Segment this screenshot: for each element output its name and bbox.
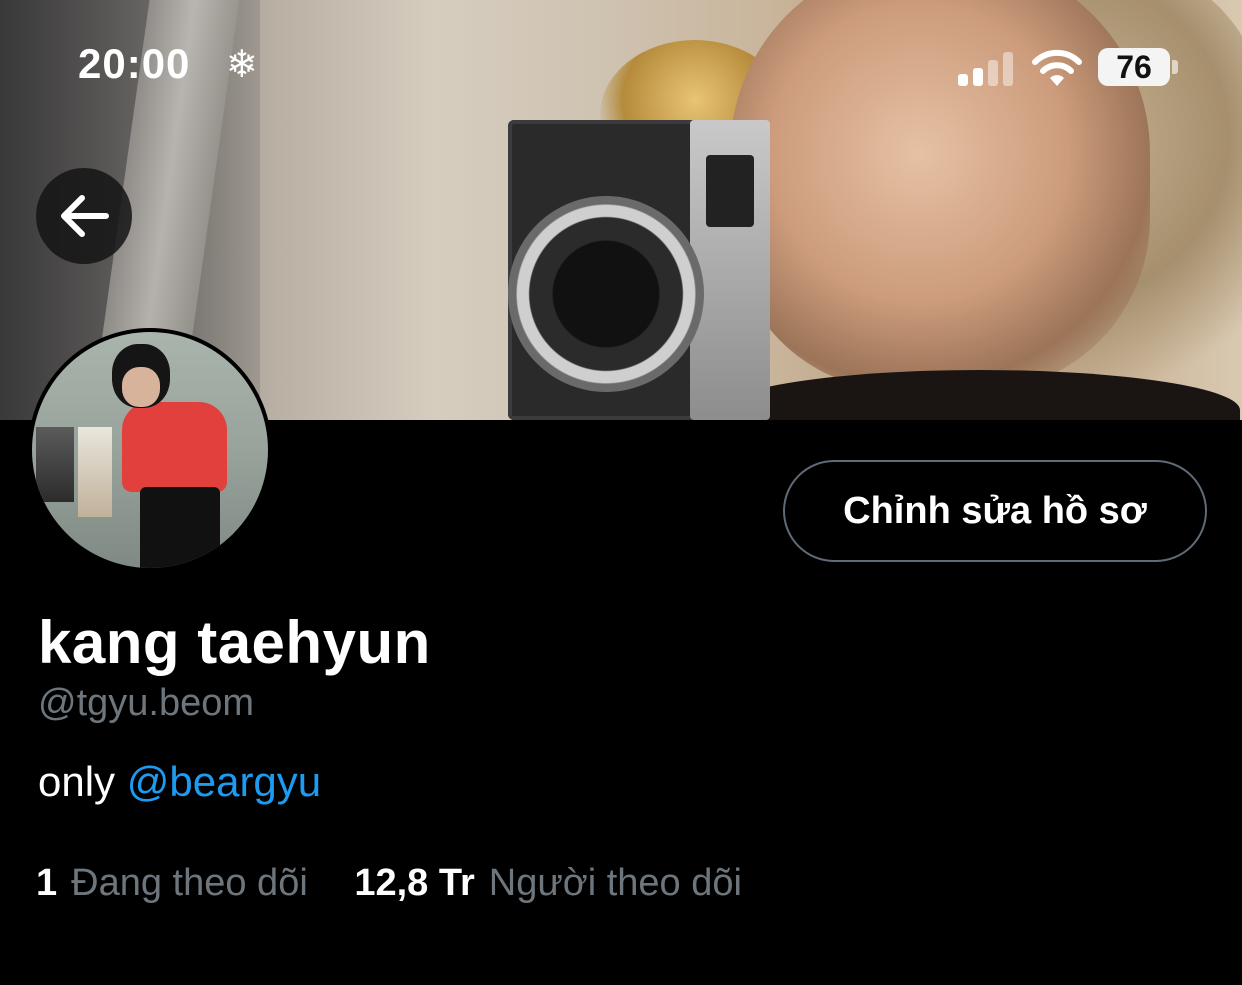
edit-profile-button[interactable]: Chỉnh sửa hồ sơ <box>783 460 1207 562</box>
battery-indicator: 76 <box>1098 48 1170 86</box>
display-name: kang taehyun <box>38 609 431 676</box>
snowflake-icon: ❄ <box>226 44 258 86</box>
status-bar: 20:00 ❄ 76 <box>0 0 1242 130</box>
profile-bio: only @beargyu <box>38 758 321 806</box>
following-stat[interactable]: 1 Đang theo dõi <box>36 862 308 905</box>
bio-mention-link[interactable]: @beargyu <box>127 758 321 805</box>
avatar-person-pants <box>140 487 220 568</box>
following-count: 1 <box>36 862 58 904</box>
banner-camera-viewfinder <box>706 155 754 227</box>
avatar-photo <box>32 332 268 568</box>
user-handle: @tgyu.beom <box>38 682 255 724</box>
followers-label: Người theo dõi <box>488 862 742 904</box>
battery-tip <box>1172 60 1178 74</box>
following-label: Đang theo dõi <box>71 862 308 904</box>
followers-count: 12,8 Tr <box>354 862 475 904</box>
follow-stats: 1 Đang theo dõi 12,8 Tr Người theo dõi <box>36 862 742 905</box>
status-time: 20:00 <box>78 40 191 87</box>
cellular-signal-icon <box>958 52 1014 86</box>
profile-avatar[interactable] <box>28 328 272 572</box>
avatar-poster <box>36 427 74 502</box>
wifi-icon <box>1032 49 1082 86</box>
followers-stat[interactable]: 12,8 Tr Người theo dõi <box>354 862 742 905</box>
back-button[interactable] <box>36 168 132 264</box>
avatar-poster <box>78 427 112 517</box>
avatar-person-face <box>122 367 160 407</box>
bio-text: only <box>38 758 116 805</box>
banner-camera-lens <box>508 196 704 392</box>
avatar-person-shirt <box>122 402 227 492</box>
arrow-left-icon <box>61 195 109 237</box>
